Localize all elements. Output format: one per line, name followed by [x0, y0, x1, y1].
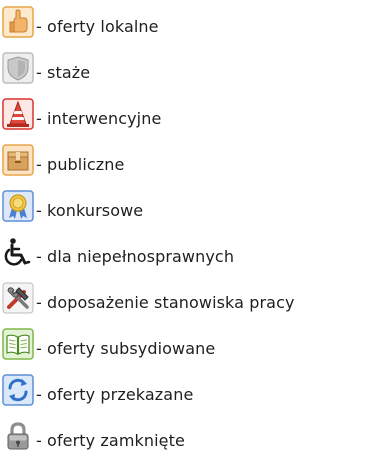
legend-label: - dla niepełnosprawnych: [36, 247, 235, 266]
cardboard-box-icon: [2, 144, 34, 176]
legend-item-subsidized: - oferty subsydiowane: [0, 322, 367, 366]
legend-label: - interwencyjne: [36, 109, 162, 128]
padlock-icon: [7, 422, 29, 450]
legend-label: - staże: [36, 63, 91, 82]
legend-item-closed: - oferty zamknięte: [0, 414, 367, 458]
legend-label: - publiczne: [36, 155, 125, 174]
icon-legend: - oferty lokalne - staże - interwencyjne: [0, 0, 367, 460]
legend-item-competition: - konkursowe: [0, 184, 367, 228]
legend-item-local-offers: - oferty lokalne: [0, 0, 367, 44]
blue-refresh-arrows-icon: [2, 374, 34, 406]
legend-label: - oferty przekazane: [36, 385, 194, 404]
legend-item-public: - publiczne: [0, 138, 367, 182]
hammer-wrench-icon: [2, 282, 34, 314]
hand-pointing-icon: [2, 6, 34, 38]
legend-item-workplace-equipment: - doposażenie stanowiska pracy: [0, 276, 367, 320]
grey-shield-icon: [2, 52, 34, 84]
legend-label: - konkursowe: [36, 201, 144, 220]
legend-label: - doposażenie stanowiska pracy: [36, 293, 295, 312]
legend-item-intervention: - interwencyjne: [0, 92, 367, 136]
traffic-cone-icon: [2, 98, 34, 130]
legend-item-transferred: - oferty przekazane: [0, 368, 367, 412]
green-book-icon: [2, 328, 34, 360]
wheelchair-icon: [4, 238, 31, 266]
legend-label: - oferty lokalne: [36, 17, 159, 36]
legend-item-disabled: - dla niepełnosprawnych: [0, 230, 367, 274]
legend-label: - oferty subsydiowane: [36, 339, 216, 358]
legend-label: - oferty zamknięte: [36, 431, 185, 450]
award-medal-icon: [2, 190, 34, 222]
legend-item-internships: - staże: [0, 46, 367, 90]
